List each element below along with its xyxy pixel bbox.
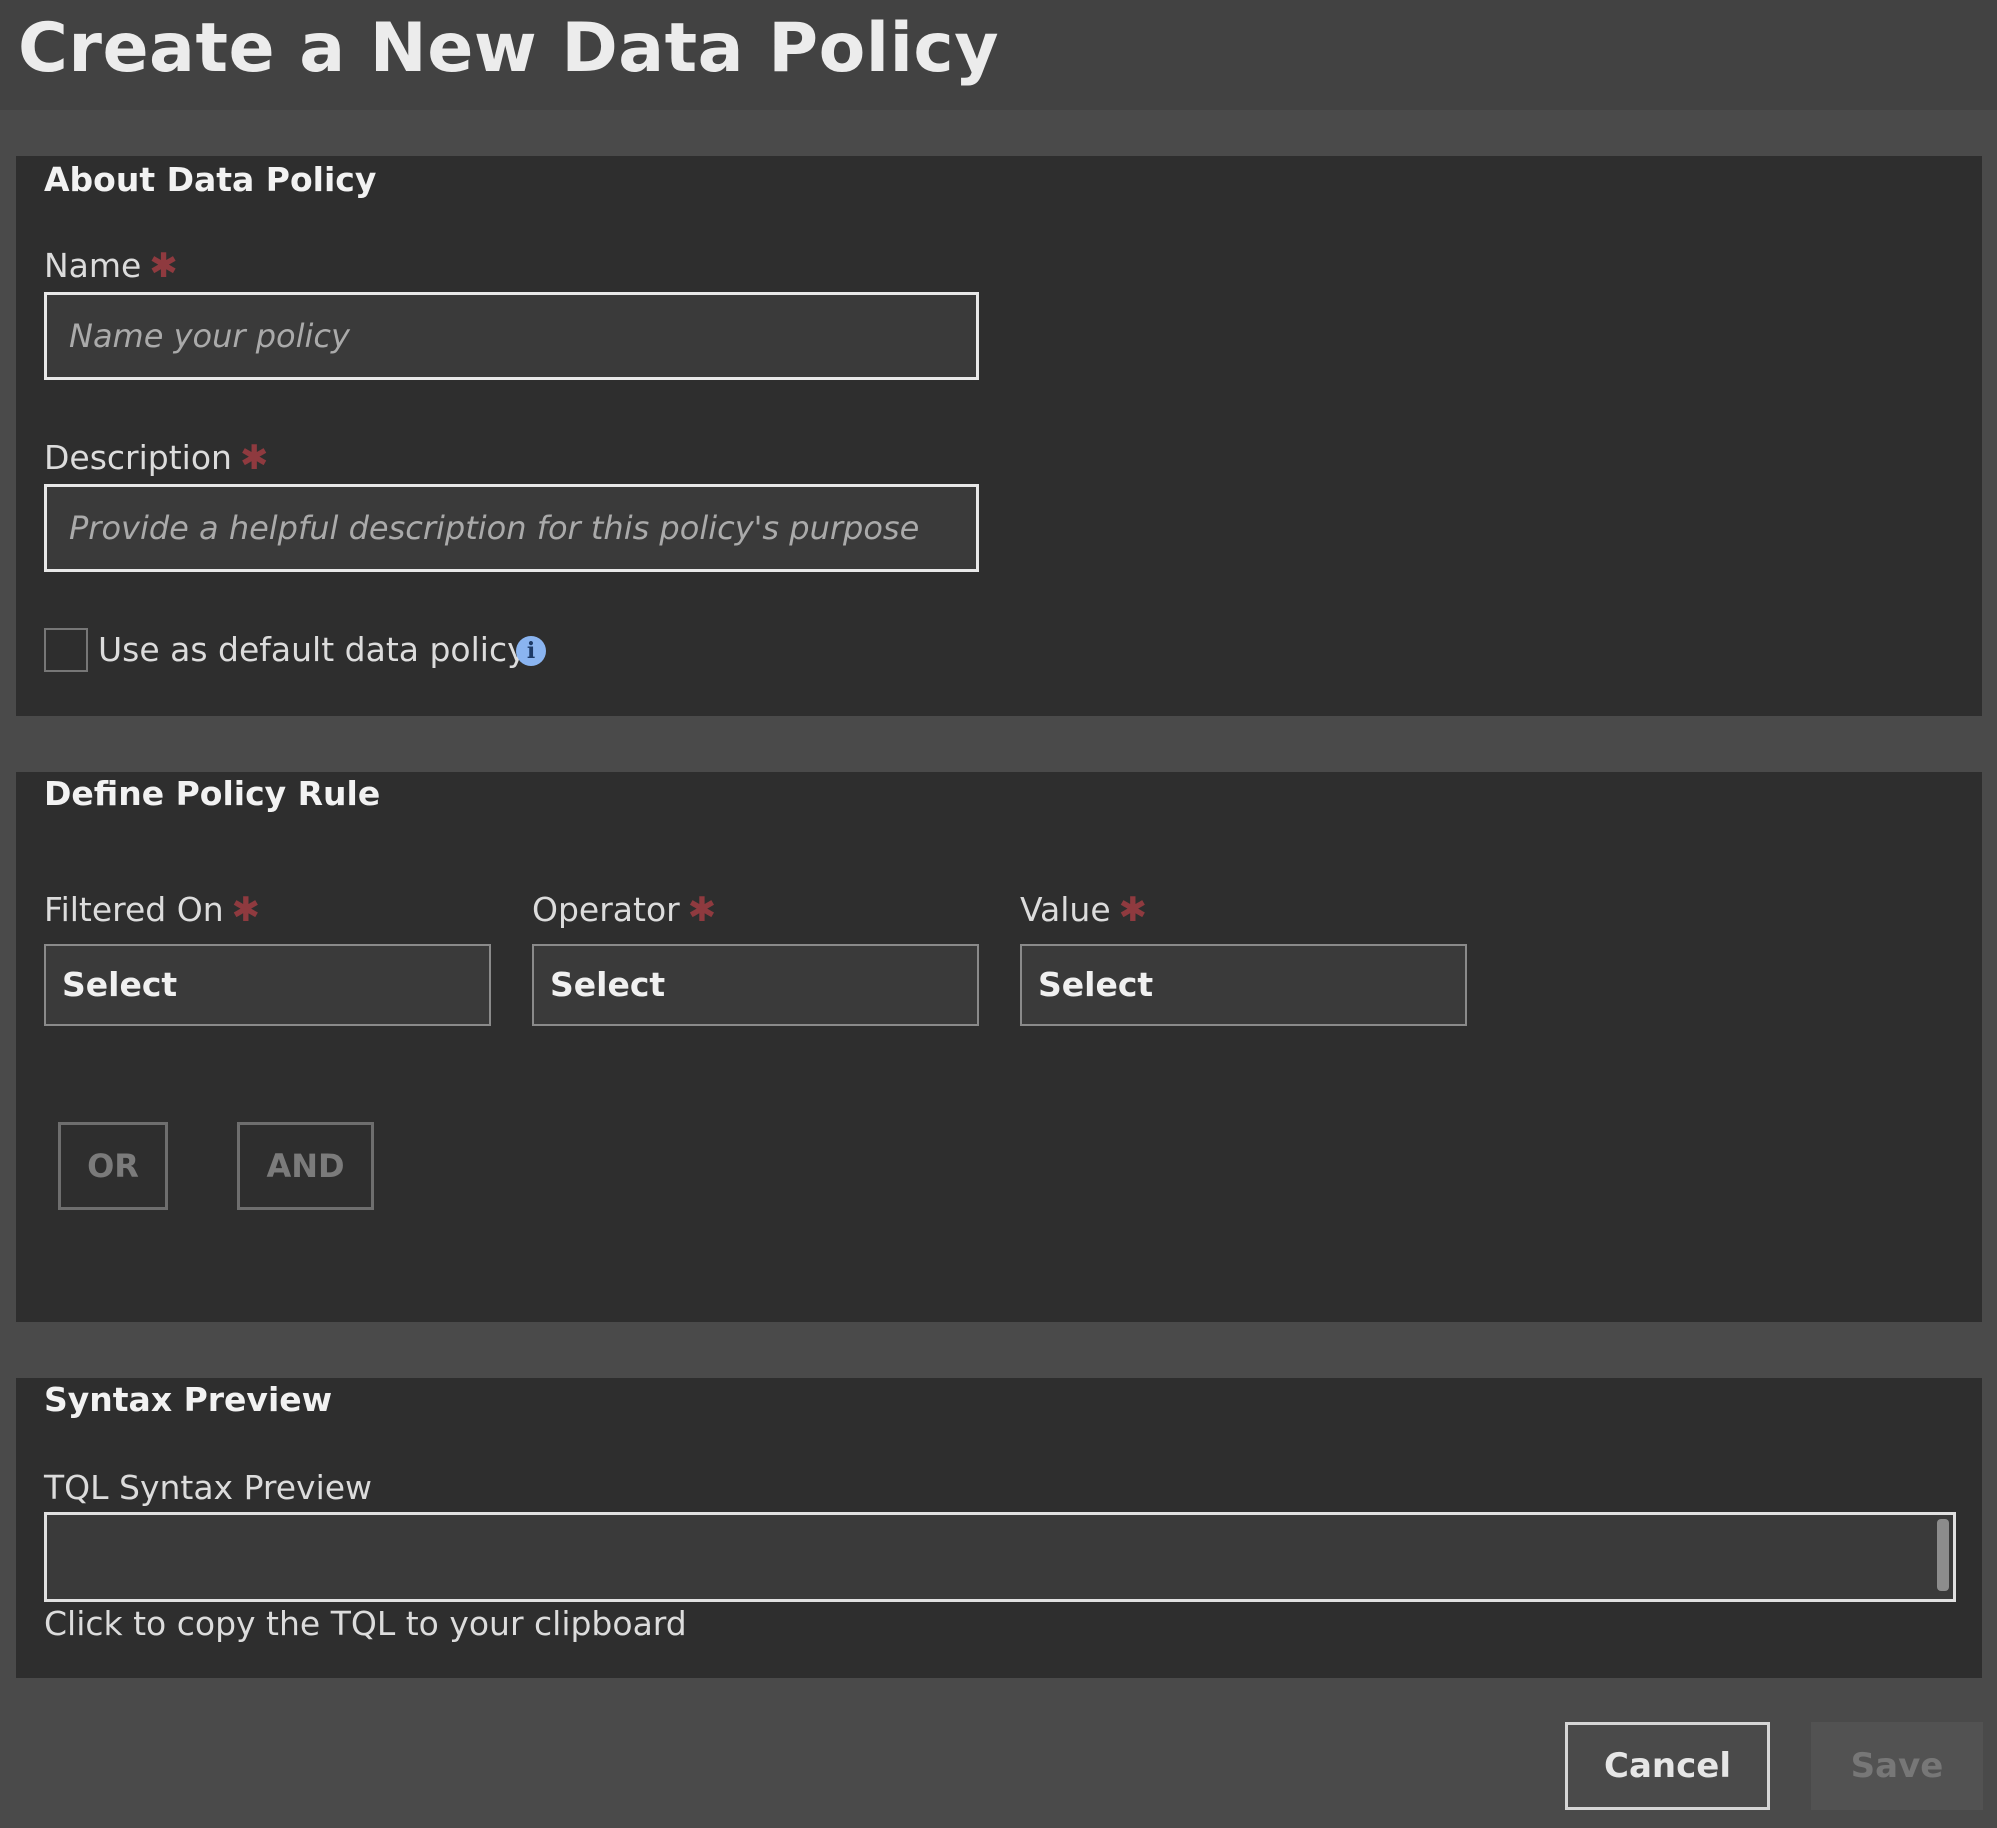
copy-hint[interactable]: Click to copy the TQL to your clipboard xyxy=(44,1604,687,1643)
required-asterisk-icon: ✱ xyxy=(239,438,269,478)
scrollbar[interactable] xyxy=(1937,1519,1949,1591)
name-label: Name ✱ xyxy=(44,246,178,286)
name-label-text: Name xyxy=(44,246,142,285)
define-policy-rule-panel: Define Policy Rule Filtered On ✱ Select O… xyxy=(16,772,1982,1322)
default-policy-label[interactable]: Use as default data policy xyxy=(98,628,527,672)
about-data-policy-panel: About Data Policy Name✱ Description✱ Use… xyxy=(16,156,1982,716)
tql-preview-text xyxy=(47,1515,1953,1555)
tql-preview-box[interactable] xyxy=(44,1512,1956,1602)
default-policy-checkbox[interactable] xyxy=(44,628,88,672)
description-label: Description ✱ xyxy=(44,438,268,478)
panel-title-rule: Define Policy Rule xyxy=(44,774,381,813)
filtered-on-select[interactable]: Select xyxy=(44,944,491,1026)
or-button[interactable]: OR xyxy=(58,1122,168,1210)
panel-title-preview: Syntax Preview xyxy=(44,1380,333,1419)
required-asterisk-icon: ✱ xyxy=(231,890,261,930)
description-label-text: Description xyxy=(44,438,232,477)
page-header: Create a New Data Policy xyxy=(0,0,1997,110)
value-label-text: Value xyxy=(1020,890,1111,929)
operator-label: Operator ✱ xyxy=(532,890,716,930)
required-asterisk-icon: ✱ xyxy=(149,246,178,286)
panel-title-about: About Data Policy xyxy=(44,160,377,199)
filtered-on-label: Filtered On ✱ xyxy=(44,890,260,930)
required-asterisk-icon: ✱ xyxy=(687,890,717,930)
name-input[interactable] xyxy=(44,292,979,380)
page-title: Create a New Data Policy xyxy=(18,9,1000,88)
description-input[interactable] xyxy=(44,484,979,572)
value-label: Value ✱ xyxy=(1020,890,1147,930)
cancel-button[interactable]: Cancel xyxy=(1565,1722,1770,1810)
tql-preview-label: TQL Syntax Preview xyxy=(44,1468,373,1507)
syntax-preview-panel: Syntax Preview TQL Syntax Preview Click … xyxy=(16,1378,1982,1678)
filtered-on-label-text: Filtered On xyxy=(44,890,224,929)
value-select[interactable]: Select xyxy=(1020,944,1467,1026)
required-asterisk-icon: ✱ xyxy=(1118,890,1148,930)
and-button[interactable]: AND xyxy=(237,1122,374,1210)
operator-label-text: Operator xyxy=(532,890,680,929)
save-button[interactable]: Save xyxy=(1811,1722,1983,1810)
operator-select[interactable]: Select xyxy=(532,944,979,1026)
info-icon[interactable]: i xyxy=(516,636,546,666)
